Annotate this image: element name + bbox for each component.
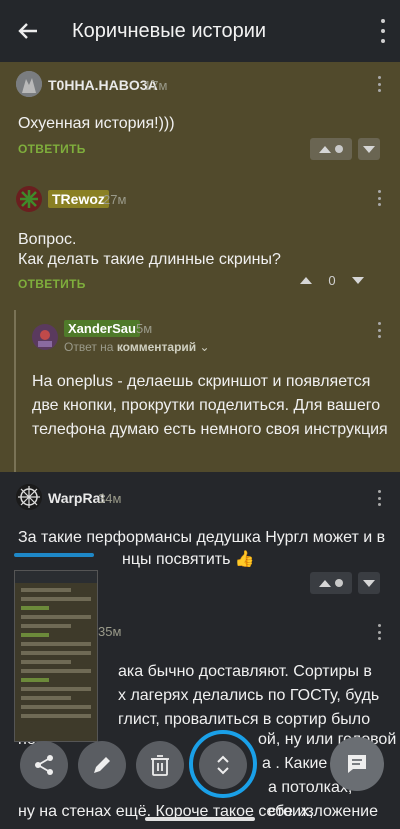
comment-menu-icon[interactable]	[378, 76, 382, 92]
comment-text-line: х лагерях делались по ГОСТу, будь	[118, 687, 380, 704]
comment-text-line: две кнопки, прокрутки поделиться. Для ва…	[32, 397, 381, 414]
gesture-bar[interactable]	[145, 817, 255, 821]
pencil-icon	[94, 757, 110, 773]
username[interactable]: XanderSau	[64, 320, 140, 337]
reply-to-target: комментарий	[116, 340, 197, 354]
username[interactable]: TRewoz	[48, 190, 109, 208]
edit-button[interactable]	[78, 741, 126, 789]
vote-controls	[310, 572, 380, 594]
comment-menu-icon[interactable]	[378, 190, 382, 206]
back-arrow-icon[interactable]	[14, 17, 42, 45]
arrow-up-icon	[319, 579, 331, 587]
avatar[interactable]	[16, 186, 42, 212]
comment-text-line: нцы посвятить 👍	[122, 551, 255, 568]
dot-icon	[335, 579, 343, 587]
comment-menu-icon[interactable]	[378, 624, 382, 640]
avatar[interactable]	[16, 484, 42, 510]
downvote-button[interactable]	[358, 572, 380, 594]
comment-menu-icon[interactable]	[378, 322, 382, 338]
comment: TRewoz 27м Вопрос. Как делать такие длин…	[0, 172, 400, 472]
share-button[interactable]	[20, 741, 68, 789]
timestamp: 17м	[144, 78, 168, 93]
downvote-button[interactable]	[358, 138, 380, 160]
screenshot-thumbnail[interactable]	[14, 570, 98, 742]
chevron-down-icon: ⌄	[199, 340, 210, 354]
comment-text-line: За такие перформансы дедушка Нургл может…	[18, 529, 386, 546]
reply-button[interactable]: ОТВЕТИТЬ	[18, 142, 86, 156]
comment-menu-icon[interactable]	[378, 490, 382, 506]
reply-context[interactable]: Ответ на комментарий ⌄	[64, 340, 210, 354]
thread-line	[14, 310, 16, 472]
highlight-ring	[189, 730, 257, 798]
arrow-down-icon	[363, 145, 375, 153]
share-icon	[35, 755, 53, 775]
avatar[interactable]	[32, 324, 58, 350]
redaction-mark	[14, 553, 94, 557]
timestamp: 5м	[136, 321, 153, 336]
arrow-up-icon	[319, 145, 331, 153]
downvote-button[interactable]	[352, 277, 364, 284]
comment-text: Охуенная история!)))	[18, 115, 175, 132]
overflow-menu-icon[interactable]	[380, 19, 386, 43]
reply-button[interactable]: ОТВЕТИТЬ	[18, 277, 86, 291]
comment-text-line: Как делать такие длинные скрины?	[18, 251, 281, 268]
dot-icon	[335, 145, 343, 153]
vote-controls	[310, 138, 380, 160]
trash-icon	[151, 755, 169, 776]
app-bar: Коричневые истории	[0, 0, 400, 62]
page-title: Коричневые истории	[72, 19, 267, 42]
avatar[interactable]	[16, 71, 42, 97]
upvote-button[interactable]	[300, 277, 312, 284]
delete-button[interactable]	[136, 741, 184, 789]
vote-score: 0	[328, 273, 336, 288]
reply-to-prefix: Ответ на	[64, 340, 114, 354]
comment-text-line: ака бычно доставляют. Сортиры в	[118, 663, 372, 680]
username[interactable]: WarpRat	[48, 490, 105, 506]
comment: T0HHA.HABO3A 17м Охуенная история!))) ОТ…	[0, 62, 400, 172]
upvote-button[interactable]	[310, 572, 352, 594]
timestamp: 35м	[98, 624, 122, 639]
timestamp: 34м	[98, 491, 122, 506]
vote-controls: 0	[300, 273, 364, 288]
comment-text-line: телефона думаю есть немного своя инструк…	[32, 421, 388, 438]
upvote-button[interactable]	[310, 138, 352, 160]
comment-text-line: На oneplus - делаешь скриншот и появляет…	[32, 373, 371, 390]
comment-icon	[348, 755, 366, 773]
write-comment-button[interactable]	[330, 737, 384, 791]
arrow-down-icon	[363, 579, 375, 587]
username[interactable]: T0HHA.HABO3A	[48, 77, 158, 93]
timestamp: 27м	[103, 192, 127, 207]
